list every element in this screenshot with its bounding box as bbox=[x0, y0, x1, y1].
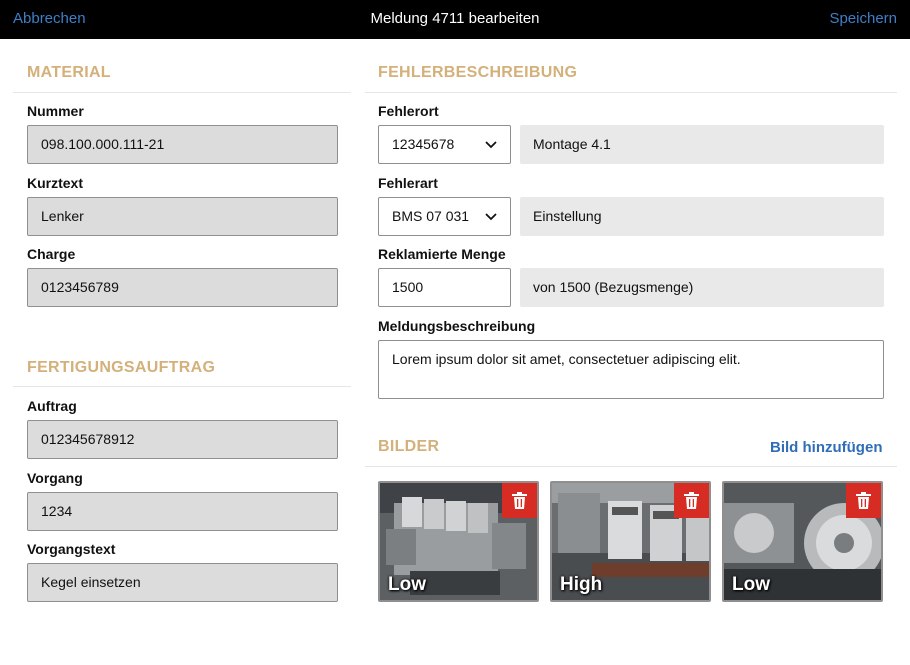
image-thumbnail[interactable]: High bbox=[550, 481, 711, 602]
chevron-down-icon bbox=[485, 141, 497, 149]
location-select[interactable]: 12345678 bbox=[378, 125, 511, 164]
delete-image-button[interactable] bbox=[846, 483, 881, 518]
number-field[interactable]: 098.100.000.111-21 bbox=[27, 125, 338, 164]
operation-field[interactable]: 1234 bbox=[27, 492, 338, 531]
operation-label: Vorgang bbox=[27, 470, 83, 486]
chevron-down-icon bbox=[485, 213, 497, 221]
number-label: Nummer bbox=[27, 103, 84, 119]
type-select-value: BMS 07 031 bbox=[392, 208, 470, 224]
quantity-reference: von 1500 (Bezugsmenge) bbox=[520, 268, 884, 307]
delete-image-button[interactable] bbox=[674, 483, 709, 518]
save-button[interactable]: Speichern bbox=[829, 10, 897, 27]
quantity-field[interactable]: 1500 bbox=[378, 268, 511, 307]
section-title-material: MATERIAL bbox=[27, 64, 111, 81]
section-title-defect: FEHLERBESCHREIBUNG bbox=[378, 64, 578, 81]
divider bbox=[13, 92, 351, 93]
image-thumbnail[interactable]: Low bbox=[378, 481, 539, 602]
type-text: Einstellung bbox=[520, 197, 884, 236]
location-select-value: 12345678 bbox=[392, 136, 455, 152]
nav-bar: Abbrechen Meldung 4711 bearbeiten Speich… bbox=[0, 0, 910, 39]
trash-icon bbox=[684, 492, 699, 509]
trash-icon bbox=[856, 492, 871, 509]
image-thumbnail[interactable]: Low bbox=[722, 481, 883, 602]
image-caption: Low bbox=[732, 574, 770, 595]
batch-label: Charge bbox=[27, 246, 76, 262]
description-textarea[interactable]: Lorem ipsum dolor sit amet, consectetuer… bbox=[378, 340, 884, 399]
divider bbox=[13, 386, 351, 387]
quantity-label: Reklamierte Menge bbox=[378, 246, 506, 262]
divider bbox=[365, 466, 897, 467]
description-label: Meldungsbeschreibung bbox=[378, 318, 536, 334]
order-field[interactable]: 012345678912 bbox=[27, 420, 338, 459]
shorttext-field[interactable]: Lenker bbox=[27, 197, 338, 236]
location-label: Fehlerort bbox=[378, 103, 439, 119]
section-title-production-order: FERTIGUNGSAUFTRAG bbox=[27, 359, 216, 376]
order-label: Auftrag bbox=[27, 398, 77, 414]
delete-image-button[interactable] bbox=[502, 483, 537, 518]
section-title-images: BILDER bbox=[378, 438, 440, 455]
trash-icon bbox=[512, 492, 527, 509]
shorttext-label: Kurztext bbox=[27, 175, 84, 191]
type-select[interactable]: BMS 07 031 bbox=[378, 197, 511, 236]
divider bbox=[365, 92, 897, 93]
operation-text-field[interactable]: Kegel einsetzen bbox=[27, 563, 338, 602]
location-text: Montage 4.1 bbox=[520, 125, 884, 164]
page-title: Meldung 4711 bearbeiten bbox=[370, 10, 540, 27]
image-caption: Low bbox=[388, 574, 426, 595]
add-image-link[interactable]: Bild hinzufügen bbox=[770, 439, 882, 456]
operation-text-label: Vorgangstext bbox=[27, 541, 116, 557]
image-caption: High bbox=[560, 574, 603, 595]
type-label: Fehlerart bbox=[378, 175, 438, 191]
batch-field[interactable]: 0123456789 bbox=[27, 268, 338, 307]
